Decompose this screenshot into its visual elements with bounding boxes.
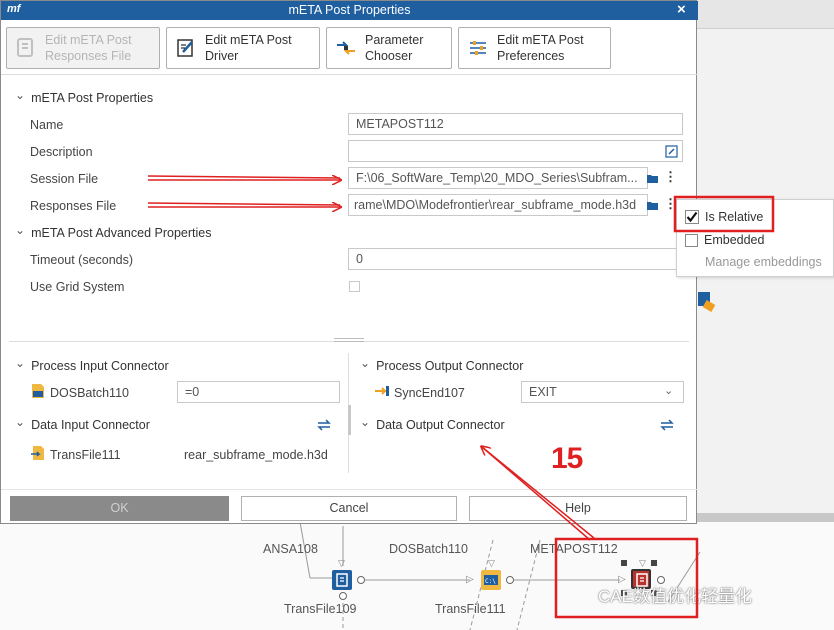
arrow-to-session-file	[147, 176, 340, 180]
annotation-number: 15	[551, 442, 583, 475]
highlight-is-relative	[673, 195, 775, 233]
arrow-to-responses-file	[147, 203, 340, 207]
annotation-overlay	[147, 0, 775, 619]
highlight-metapost-node	[554, 537, 699, 619]
